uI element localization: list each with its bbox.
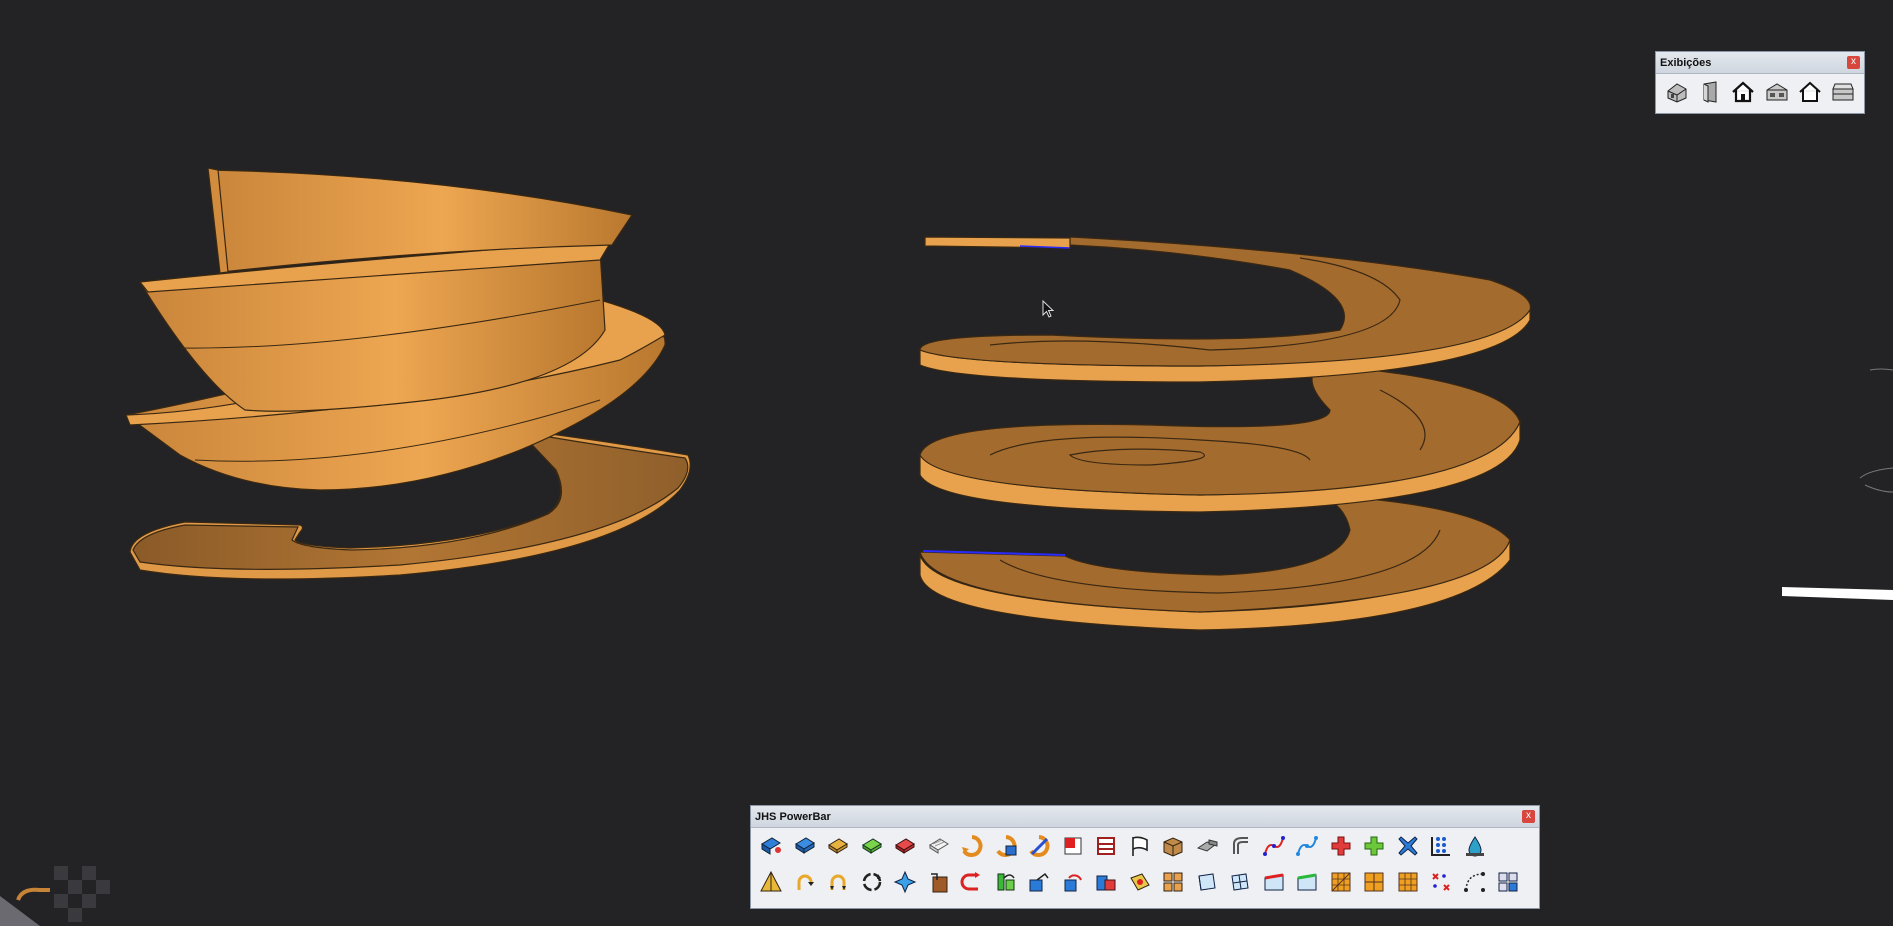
back-view-icon[interactable] (1794, 74, 1825, 110)
powerbar-row-1 (751, 828, 1539, 864)
powerbar-tool-18-icon[interactable] (1325, 828, 1357, 864)
powerbar-tool-14-icon[interactable] (1191, 828, 1223, 864)
powerbar-tool-22-icon[interactable] (1459, 828, 1491, 864)
offscreen-partial-object (1782, 368, 1893, 600)
powerbar-tool-7-icon[interactable] (956, 828, 988, 864)
powerbar-tool-9-icon[interactable] (1023, 828, 1055, 864)
powerbar-tool-24-icon[interactable] (789, 864, 821, 900)
exibicoes-toolbar[interactable]: Exibições x (1655, 51, 1865, 114)
powerbar-tool-26-icon[interactable] (856, 864, 888, 900)
powerbar-tool-44-icon[interactable] (1459, 864, 1491, 900)
app-logo-icon (0, 866, 110, 926)
powerbar-tool-3-icon[interactable] (822, 828, 854, 864)
powerbar-tool-28-icon[interactable] (923, 864, 955, 900)
powerbar-tool-13-icon[interactable] (1157, 828, 1189, 864)
powerbar-tool-43-icon[interactable] (1425, 864, 1457, 900)
powerbar-tool-31-icon[interactable] (1023, 864, 1055, 900)
powerbar-tool-17-icon[interactable] (1291, 828, 1323, 864)
powerbar-tool-11-icon[interactable] (1090, 828, 1122, 864)
powerbar-row-2 (751, 864, 1539, 900)
powerbar-tool-29-icon[interactable] (956, 864, 988, 900)
powerbar-tool-15-icon[interactable] (1224, 828, 1256, 864)
powerbar-tool-1-icon[interactable] (755, 828, 787, 864)
right-spiral-model[interactable] (919, 236, 1532, 631)
right-spiral-level-1-strip (924, 236, 1071, 249)
exibicoes-title: Exibições (1660, 56, 1712, 69)
powerbar-tool-8-icon[interactable] (990, 828, 1022, 864)
mouse-cursor-icon (1042, 300, 1055, 318)
right-spiral-level-1-top (919, 236, 1532, 367)
powerbar-tool-42-icon[interactable] (1392, 864, 1424, 900)
exibicoes-buttons (1656, 74, 1864, 110)
powerbar-tool-33-icon[interactable] (1090, 864, 1122, 900)
jhs-powerbar-toolbar[interactable]: JHS PowerBar x (750, 805, 1540, 909)
3d-viewport[interactable] (0, 0, 1893, 926)
left-spiral-model[interactable] (124, 167, 691, 580)
left-view-icon[interactable] (1828, 74, 1859, 110)
powerbar-tool-19-icon[interactable] (1358, 828, 1390, 864)
top-view-icon[interactable] (1728, 74, 1759, 110)
powerbar-tool-20-icon[interactable] (1392, 828, 1424, 864)
powerbar-tool-34-icon[interactable] (1124, 864, 1156, 900)
powerbar-tool-30-icon[interactable] (990, 864, 1022, 900)
powerbar-tool-5-icon[interactable] (889, 828, 921, 864)
powerbar-tool-21-icon[interactable] (1425, 828, 1457, 864)
powerbar-titlebar[interactable]: JHS PowerBar x (751, 806, 1539, 828)
powerbar-tool-4-icon[interactable] (856, 828, 888, 864)
powerbar-tool-16-icon[interactable] (1258, 828, 1290, 864)
powerbar-tool-2-icon[interactable] (789, 828, 821, 864)
powerbar-tool-39-icon[interactable] (1291, 864, 1323, 900)
iso-view-icon[interactable] (1661, 74, 1692, 110)
powerbar-tool-40-icon[interactable] (1325, 864, 1357, 900)
powerbar-tool-38-icon[interactable] (1258, 864, 1290, 900)
powerbar-tool-36-icon[interactable] (1191, 864, 1223, 900)
powerbar-tool-27-icon[interactable] (889, 864, 921, 900)
powerbar-title: JHS PowerBar (755, 810, 831, 823)
powerbar-tool-12-icon[interactable] (1124, 828, 1156, 864)
powerbar-tool-32-icon[interactable] (1057, 864, 1089, 900)
powerbar-tool-41-icon[interactable] (1358, 864, 1390, 900)
exibicoes-titlebar[interactable]: Exibições x (1656, 52, 1864, 74)
exibicoes-close-button[interactable]: x (1847, 56, 1860, 69)
powerbar-tool-25-icon[interactable] (822, 864, 854, 900)
powerbar-tool-6-icon[interactable] (923, 828, 955, 864)
powerbar-tool-35-icon[interactable] (1157, 864, 1189, 900)
front-view-icon[interactable] (1694, 74, 1725, 110)
powerbar-tool-23-icon[interactable] (755, 864, 787, 900)
powerbar-tool-37-icon[interactable] (1224, 864, 1256, 900)
powerbar-tool-10-icon[interactable] (1057, 828, 1089, 864)
powerbar-close-button[interactable]: x (1522, 810, 1535, 823)
powerbar-tool-45-icon[interactable] (1492, 864, 1524, 900)
right-view-icon[interactable] (1761, 74, 1792, 110)
